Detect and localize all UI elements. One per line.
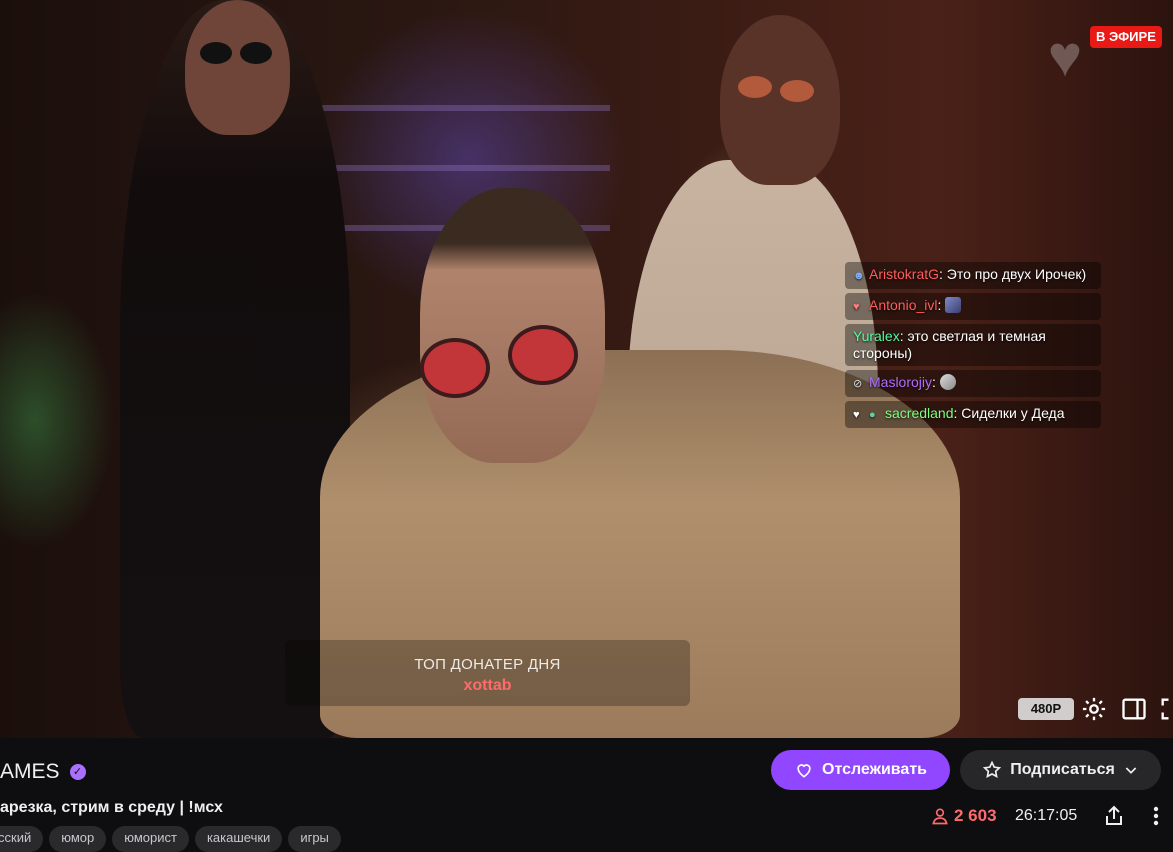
badge-icon: ☻ — [853, 270, 865, 282]
chat-overlay-message: Yuralex: это светлая и темная стороны) — [845, 324, 1101, 366]
more-options-icon[interactable] — [1146, 803, 1166, 829]
viewer-count: 2 603 — [930, 806, 997, 826]
channel-name[interactable]: AMES — [0, 760, 60, 784]
top-donator-name: xottab — [463, 677, 512, 694]
background-shelf — [320, 105, 610, 111]
chat-text: : — [937, 297, 942, 313]
top-donator-title: ТОП ДОНАТЕР ДНЯ — [414, 656, 561, 673]
chat-username: Yuralex — [853, 328, 900, 344]
chat-overlay-message: ♥ ● sacredland: Сиделки у Деда — [845, 401, 1101, 428]
tag-list: сский юмор юморист какашечки игры — [0, 826, 341, 852]
heart-icon: ♥ — [853, 301, 860, 313]
heart-outline-icon — [797, 764, 811, 778]
chat-overlay-message: ♥ Antonio_ivl: — [845, 293, 1101, 320]
chat-username: sacredland — [885, 405, 954, 421]
emote-icon — [939, 374, 956, 390]
top-donator-overlay: ТОП ДОНАТЕР ДНЯ xottab — [285, 640, 690, 706]
follow-label: Отслеживать — [822, 761, 927, 778]
share-icon[interactable] — [1102, 803, 1126, 829]
tag[interactable]: игры — [288, 826, 341, 852]
settings-gear-icon[interactable] — [1080, 695, 1108, 723]
streamer-head-right — [720, 15, 840, 185]
follow-button[interactable]: Отслеживать — [771, 750, 950, 790]
stream-title: арезка, стрим в среду | !мсх — [0, 799, 223, 816]
glasses-lens — [780, 80, 814, 102]
fullscreen-icon[interactable] — [1158, 695, 1173, 723]
glasses-lens — [738, 76, 772, 98]
chat-username: Antonio_ivl — [869, 297, 938, 313]
tag[interactable]: сский — [0, 826, 44, 852]
subscribe-button[interactable]: Подписаться — [960, 750, 1161, 790]
chat-text: : Сиделки у Деда — [953, 405, 1065, 421]
heart-icon: ♥ — [853, 409, 860, 421]
tag[interactable]: юморист — [112, 826, 189, 852]
background-shelf — [320, 165, 610, 171]
glasses-lens — [240, 42, 272, 64]
viewer-person-icon — [932, 808, 948, 825]
streamer-head-left — [185, 0, 290, 135]
chat-overlay-message: ⊘ Maslorojiy: — [845, 370, 1101, 397]
live-badge: В ЭФИРЕ — [1090, 26, 1162, 48]
chevron-down-icon — [1125, 767, 1137, 774]
glasses-lens — [200, 42, 232, 64]
emote-icon — [945, 297, 962, 313]
glasses-lens — [420, 338, 490, 398]
stream-uptime: 26:17:05 — [1015, 807, 1078, 824]
quality-badge[interactable]: 480P — [1018, 698, 1074, 720]
streamer-head-center — [420, 188, 605, 463]
chat-overlay: ☻ AristokratG: Это про двух Ирочек) ♥ Anto… — [845, 262, 1145, 432]
star-outline-icon — [983, 760, 1002, 778]
theatre-mode-icon[interactable] — [1120, 695, 1148, 723]
channel-header: AMES ✓ — [0, 760, 86, 784]
badge-icon: ● — [869, 409, 876, 421]
chat-username: Maslorojiy — [869, 374, 933, 390]
verified-icon: ✓ — [69, 764, 86, 780]
glasses-lens — [508, 325, 578, 385]
tag[interactable]: юмор — [49, 826, 107, 852]
viewer-count-value: 2 603 — [954, 806, 997, 825]
chat-username: AristokratG — [869, 266, 940, 282]
chat-overlay-message: ☻ AristokratG: Это про двух Ирочек) — [845, 262, 1101, 289]
tag[interactable]: какашечки — [194, 826, 283, 852]
chat-text: : Это про двух Ирочек) — [939, 266, 1087, 282]
video-player[interactable]: ♥ В ЭФИРЕ ☻ AristokratG: Это про двух Иро… — [0, 0, 1173, 738]
mute-icon: ⊘ — [853, 378, 863, 390]
chat-text: : — [932, 374, 936, 390]
subscribe-label: Подписаться — [1010, 761, 1115, 778]
